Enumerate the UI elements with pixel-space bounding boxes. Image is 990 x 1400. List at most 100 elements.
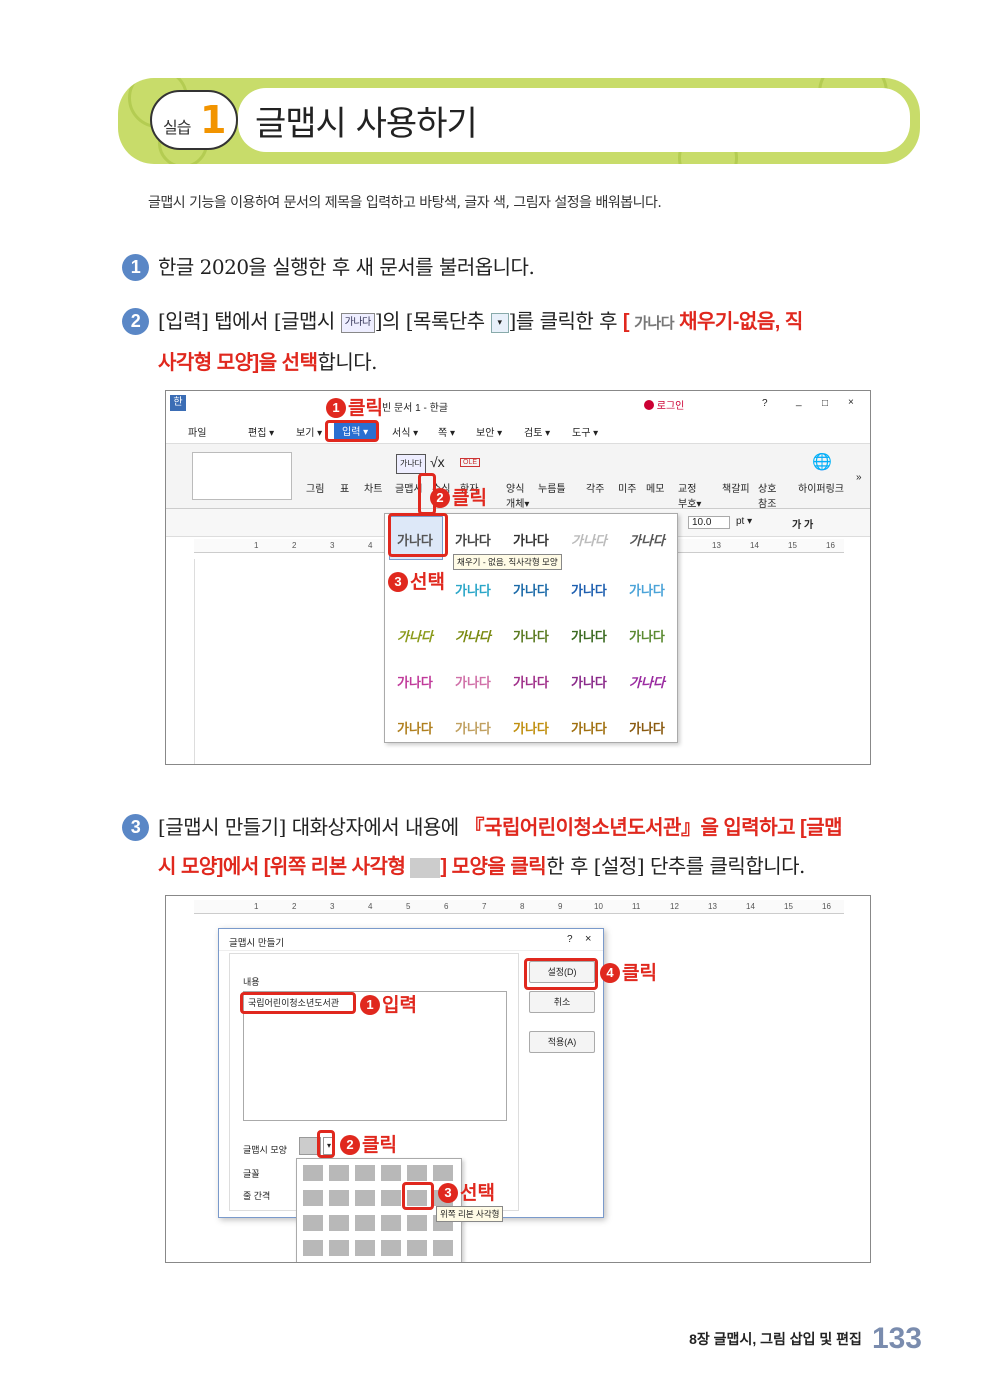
shape-option[interactable] (355, 1240, 375, 1256)
ruler-tick: 7 (482, 902, 487, 911)
wordart-sample: 가나다 (634, 315, 675, 332)
menu-security[interactable]: 보안 ▾ (476, 424, 502, 439)
shape-gallery[interactable] (192, 452, 292, 500)
ribbon-form[interactable]: 양식 개체▾ (506, 480, 532, 510)
close-button[interactable]: × (848, 397, 854, 408)
wordart-option[interactable]: 가나다 (513, 718, 549, 737)
font-style-buttons[interactable]: 가 가 (792, 516, 813, 531)
wordart-option[interactable]: 가나다 (513, 580, 549, 599)
wordart-option[interactable]: 가나다 (629, 626, 665, 645)
wordart-option[interactable]: 가나다 (455, 626, 491, 645)
ruler-tick: 12 (670, 902, 679, 911)
highlight-ribbon-shape (402, 1182, 434, 1210)
callout-number: 4 (600, 963, 620, 983)
shape-option[interactable] (381, 1165, 401, 1181)
ribbon-footnote[interactable]: 각주 (586, 480, 604, 495)
wordart-option[interactable]: 가나다 (513, 626, 549, 645)
wordart-option[interactable]: 가나다 (455, 580, 491, 599)
formula-icon: √x (430, 454, 445, 470)
shape-option[interactable] (381, 1240, 401, 1256)
menu-bar: 파일 편집 ▾ 보기 ▾ 입력 ▾ 서식 ▾ 쪽 ▾ 보안 ▾ 검토 ▾ 도구 … (166, 417, 870, 443)
shape-option[interactable] (303, 1240, 323, 1256)
callout-number: 2 (430, 488, 450, 508)
wordart-option[interactable]: 가나다 (629, 530, 665, 549)
shape-option[interactable] (407, 1165, 427, 1181)
login-button[interactable]: 로그인 (644, 397, 684, 412)
wordart-option[interactable]: 가나다 (455, 672, 491, 691)
ribbon-memo[interactable]: 메모 (646, 480, 664, 495)
minimize-button[interactable]: _ (796, 396, 802, 407)
wordart-option[interactable]: 가나다 (571, 718, 607, 737)
lesson-number: 1 (200, 98, 227, 142)
shape-option[interactable] (381, 1190, 401, 1206)
intro-text: 글맵시 기능을 이용하여 문서의 제목을 입력하고 바탕색, 글자 색, 그림자… (148, 195, 662, 211)
shape-option[interactable] (303, 1190, 323, 1206)
ribbon-hyperlink[interactable]: 하이퍼링크 (798, 480, 844, 495)
ruler-tick: 4 (368, 541, 373, 550)
ruler-tick: 13 (708, 902, 717, 911)
ruler-tick: 15 (788, 541, 797, 550)
wordart-option[interactable]: 가나다 (571, 672, 607, 691)
ribbon-picture[interactable]: 그림 (306, 480, 324, 495)
font-size-input[interactable]: 10.0 (688, 516, 730, 529)
menu-tools[interactable]: 도구 ▾ (572, 424, 598, 439)
shape-option[interactable] (329, 1165, 349, 1181)
shape-option[interactable] (329, 1190, 349, 1206)
shape-option[interactable] (329, 1215, 349, 1231)
wordart-option[interactable]: 가나다 (455, 718, 491, 737)
page-footer: 8장 글맵시, 그림 삽입 및 편집 133 (689, 1322, 922, 1356)
shape-option[interactable] (433, 1240, 453, 1256)
callout-1: 1 클릭 (326, 393, 383, 420)
shape-option[interactable] (407, 1240, 427, 1256)
wordart-option[interactable]: 가나다 (513, 672, 549, 691)
wordart-option[interactable]: 가나다 (397, 718, 433, 737)
wordart-option[interactable]: 가나다 (397, 626, 433, 645)
maximize-button[interactable]: □ (822, 398, 828, 409)
dialog-titlebar: 글맵시 만들기 ? × (219, 929, 603, 951)
ribbon-table[interactable]: 표 (340, 480, 349, 495)
wordart-option[interactable]: 가나다 (455, 530, 491, 549)
step-number: 2 (122, 308, 149, 335)
ribbon-endnote[interactable]: 미주 (618, 480, 636, 495)
shape-option[interactable] (303, 1215, 323, 1231)
help-button[interactable]: ? (762, 398, 768, 409)
ribbon-field[interactable]: 누름틀 (538, 480, 566, 495)
shape-option[interactable] (355, 1165, 375, 1181)
shape-option[interactable] (355, 1215, 375, 1231)
shape-option[interactable] (329, 1240, 349, 1256)
step-1: 1 한글 2020을 실행한 후 새 문서를 불러옵니다. (122, 248, 535, 286)
shape-option[interactable] (381, 1215, 401, 1231)
wordart-option[interactable]: 가나다 (629, 672, 665, 691)
wordart-option[interactable]: 가나다 (629, 718, 665, 737)
menu-format[interactable]: 서식 ▾ (392, 424, 418, 439)
ribbon-chart[interactable]: 차트 (364, 480, 382, 495)
wordart-option[interactable]: 가나다 (571, 580, 607, 599)
wordart-option[interactable]: 가나다 (397, 672, 433, 691)
ribbon-more-icon[interactable]: » (856, 472, 862, 483)
wordart-option[interactable]: 가나다 (513, 530, 549, 549)
step-highlight: 채우기-없음, 직 (674, 311, 803, 333)
ribbon-bookmark[interactable]: 책갈피 (722, 480, 750, 495)
ruler-tick: 6 (444, 902, 449, 911)
ruler-tick: 8 (520, 902, 525, 911)
unit-select[interactable]: pt ▾ (736, 516, 752, 527)
menu-review[interactable]: 검토 ▾ (524, 424, 550, 439)
menu-view[interactable]: 보기 ▾ (296, 424, 322, 439)
wordart-option[interactable]: 가나다 (571, 626, 607, 645)
menu-file[interactable]: 파일 (188, 424, 206, 439)
help-button[interactable]: ? (567, 934, 573, 945)
ribbon-crossref[interactable]: 상호 참조 (758, 480, 780, 510)
wordart-option[interactable]: 가나다 (629, 580, 665, 599)
ribbon-proof[interactable]: 교정 부호▾ (678, 480, 704, 510)
shape-option[interactable] (355, 1190, 375, 1206)
apply-button[interactable]: 적용(A) (529, 1031, 595, 1053)
menu-edit[interactable]: 편집 ▾ (248, 424, 274, 439)
shape-option[interactable] (303, 1165, 323, 1181)
menu-page[interactable]: 쪽 ▾ (438, 424, 455, 439)
wordart-option[interactable]: 가나다 (571, 530, 607, 549)
highlight-ok-button (524, 958, 598, 990)
close-button[interactable]: × (585, 933, 591, 945)
title-bar: 한 빈 문서 1 - 한글 로그인 ? _ □ × (166, 391, 870, 417)
shape-option[interactable] (407, 1215, 427, 1231)
cancel-button[interactable]: 취소 (529, 991, 595, 1013)
